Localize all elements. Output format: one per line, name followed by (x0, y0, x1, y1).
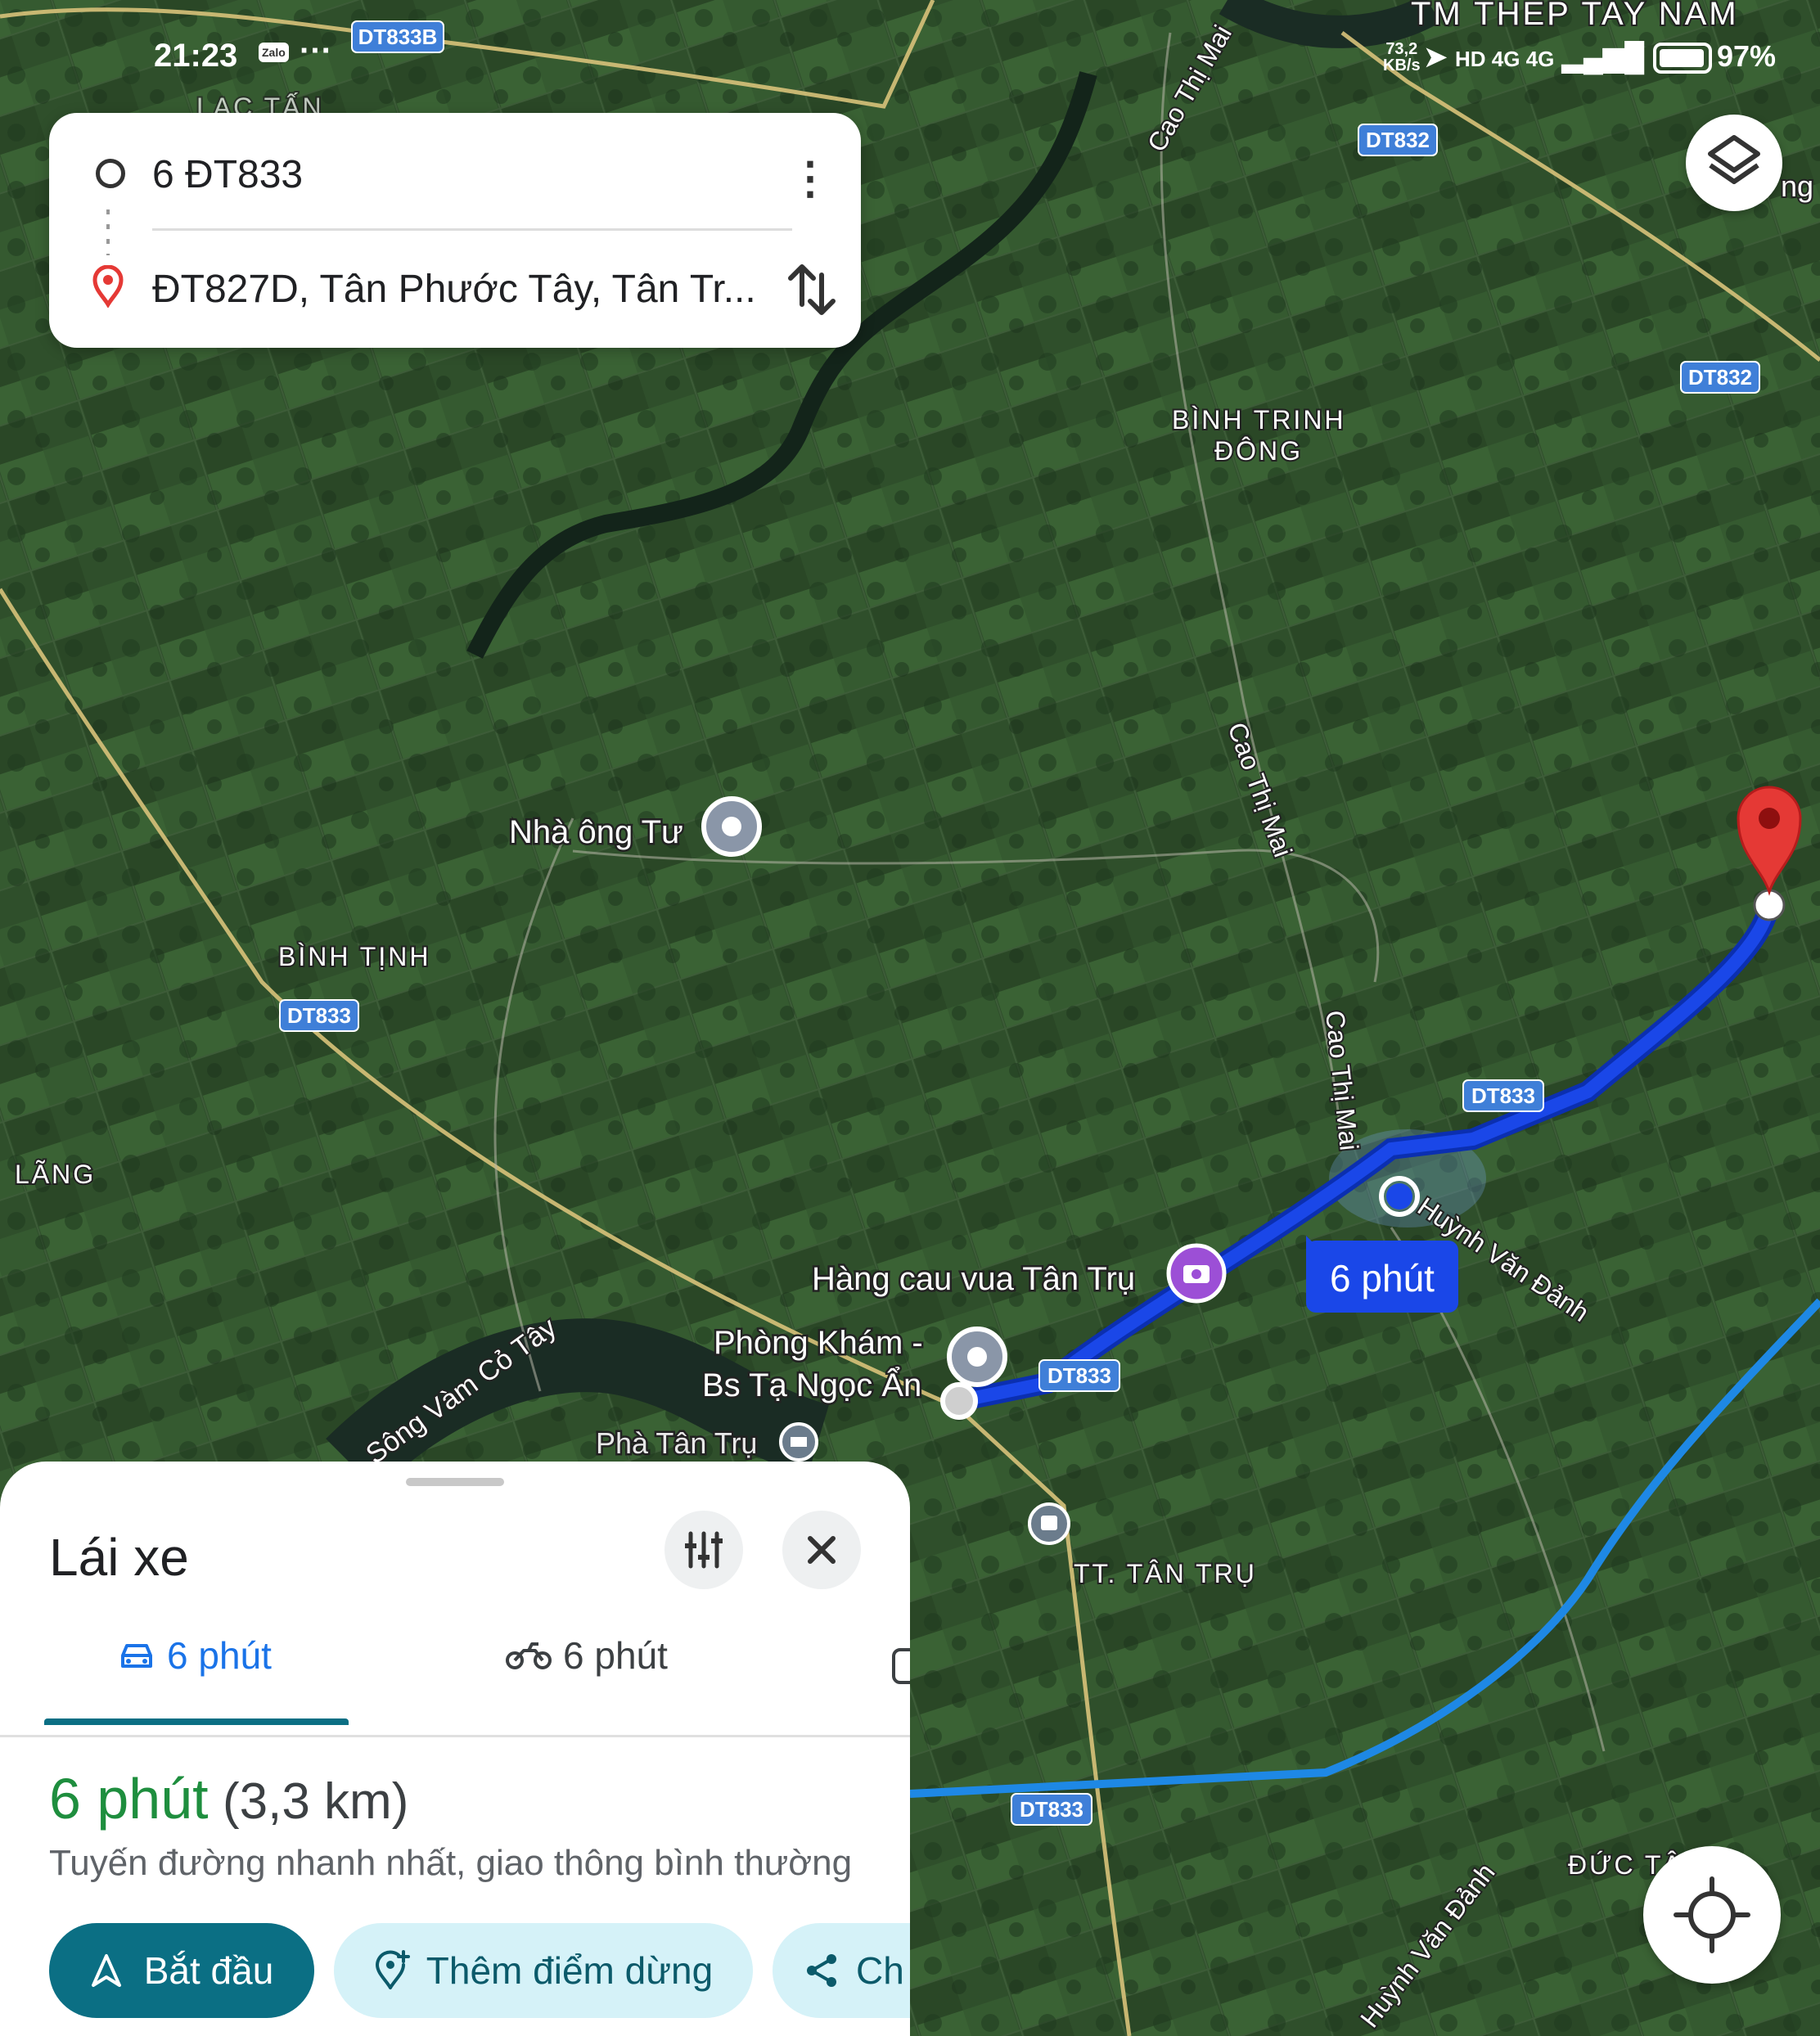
share-icon (807, 1954, 836, 1987)
road-badge-dt833-bottom: DT833 (1011, 1793, 1092, 1826)
area-label-binh-tinh: BÌNH TỊNH (278, 942, 430, 971)
battery-level (1660, 49, 1705, 67)
place-label-hang-cau[interactable]: Hàng cau vua Tân Trụ (810, 1259, 1138, 1300)
network-type-text: HD 4G 4G (1454, 47, 1555, 71)
svg-text:6 phút: 6 phút (1330, 1257, 1435, 1300)
route-connector-dots (106, 209, 110, 255)
destination-pin-outline-icon (92, 265, 124, 308)
car-icon (121, 1644, 152, 1668)
more-vert-icon[interactable]: ⋮ (786, 146, 835, 211)
current-location-core (1386, 1183, 1412, 1209)
add-location-icon (375, 1950, 410, 1989)
status-time: 21:23 (154, 38, 238, 74)
road-badge-dt833-route-lower: DT833 (1038, 1359, 1120, 1392)
signal-bars-icon: ▂▄▆█ (1561, 42, 1645, 73)
add-stop-button[interactable]: Thêm điểm dừng (334, 1923, 753, 2018)
tab-car-label: 6 phút (167, 1634, 272, 1677)
network-speed-unit: KB/s (1383, 56, 1421, 74)
directions-search-card: 6 ĐT833 ĐT827D, Tân Phước Tây, Tân Tr...… (49, 113, 861, 348)
bus-stop-icon[interactable] (1028, 1502, 1070, 1545)
svg-text:DT832: DT832 (1366, 128, 1430, 152)
status-bar: 21:23 Zalo ··· 73,2 KB/s ➤ HD 4G 4G ▂▄▆█… (0, 0, 1820, 115)
route-description: Tuyến đường nhanh nhất, giao thông bình … (49, 1843, 853, 1883)
camera-poi-icon[interactable] (1166, 1243, 1227, 1304)
battery-icon (1653, 43, 1712, 74)
sheet-drag-handle[interactable] (406, 1478, 504, 1486)
tabs-divider (0, 1735, 910, 1737)
place-label-phong-kham-1[interactable]: Phòng Khám - (712, 1323, 926, 1363)
zalo-notification-icon: Zalo (259, 43, 289, 62)
area-label-lang: LÃNG (15, 1160, 96, 1189)
motorbike-icon (506, 1642, 552, 1669)
road-badge-dt833-route-upper: DT833 (1462, 1079, 1544, 1112)
place-label-nha-ong-tu[interactable]: Nhà ông Tư (507, 813, 686, 853)
share-button[interactable]: Ch (773, 1923, 910, 2018)
ferry-icon[interactable] (779, 1422, 818, 1462)
transit-icon[interactable] (892, 1646, 910, 1687)
add-stop-label: Thêm điểm dừng (426, 1949, 714, 1992)
road-badge-dt832-right: DT832 (1680, 361, 1760, 394)
svg-text:DT833: DT833 (1047, 1363, 1111, 1388)
area-label-ng: ng (1781, 169, 1813, 203)
area-label-binh-trinh-1: BÌNH TRINH (1172, 405, 1346, 435)
tab-motorbike[interactable]: 6 phút (506, 1633, 668, 1678)
area-label-tt-tan-tru: TT. TÂN TRỤ (1074, 1559, 1257, 1588)
location-arrow-icon: ➤ (1424, 42, 1448, 73)
svg-text:DT833: DT833 (1471, 1083, 1535, 1108)
place-label-phong-kham-2[interactable]: Bs Tạ Ngọc Ẩn (701, 1363, 924, 1406)
my-location-icon (1674, 1876, 1750, 1953)
tab-car[interactable]: 6 phút (118, 1633, 272, 1678)
tune-icon (685, 1531, 723, 1569)
route-options-button[interactable] (664, 1511, 743, 1589)
route-duration: 6 phút (49, 1767, 209, 1831)
layers-icon (1708, 135, 1760, 184)
place-pin-phong-kham[interactable] (947, 1327, 1007, 1387)
battery-percent: 97% (1717, 39, 1777, 73)
more-notifications-icon: ··· (300, 33, 332, 69)
area-label-binh-trinh-2: ĐÔNG (1214, 436, 1303, 466)
start-label: Bắt đầu (143, 1949, 274, 1992)
duration-bubble[interactable]: 6 phút (1306, 1236, 1458, 1313)
my-location-button[interactable] (1643, 1846, 1781, 1984)
swap-vertical-icon[interactable] (773, 250, 851, 329)
destination-input[interactable]: ĐT827D, Tân Phước Tây, Tân Tr... (152, 267, 756, 312)
place-pin-nha-ong-tu[interactable] (701, 796, 762, 857)
route-start-dot (940, 1382, 978, 1420)
card-divider (152, 228, 792, 231)
tab-motorbike-label: 6 phút (563, 1634, 668, 1677)
origin-circle-icon (96, 159, 125, 188)
close-button[interactable] (782, 1511, 861, 1589)
network-speed-value: 73,2 (1385, 40, 1418, 58)
svg-text:DT833: DT833 (287, 1003, 351, 1028)
directions-bottom-sheet: Lái xe 6 phút 6 phút 6 phút (3,3 km) Tuy… (0, 1462, 910, 2036)
sheet-title: Lái xe (49, 1528, 189, 1587)
svg-text:DT833: DT833 (1020, 1797, 1083, 1822)
share-label: Ch (856, 1949, 904, 1992)
signal-icons: ➤ HD 4G 4G ▂▄▆█ (1424, 41, 1644, 74)
start-navigation-button[interactable]: Bắt đầu (49, 1923, 314, 2018)
place-label-pha-tan-tru[interactable]: Phà Tân Trụ (594, 1425, 759, 1462)
road-badge-dt833-left: DT833 (279, 999, 359, 1032)
layers-button[interactable] (1686, 115, 1782, 211)
route-distance: (3,3 km) (223, 1773, 409, 1830)
close-icon (808, 1536, 836, 1564)
origin-input[interactable]: 6 ĐT833 (152, 152, 303, 197)
road-badge-dt832-top: DT832 (1358, 124, 1438, 156)
navigation-arrow-icon (91, 1954, 121, 1987)
svg-text:DT832: DT832 (1688, 365, 1752, 390)
network-speed: 73,2 KB/s (1383, 41, 1421, 74)
tab-selected-indicator (44, 1718, 349, 1725)
